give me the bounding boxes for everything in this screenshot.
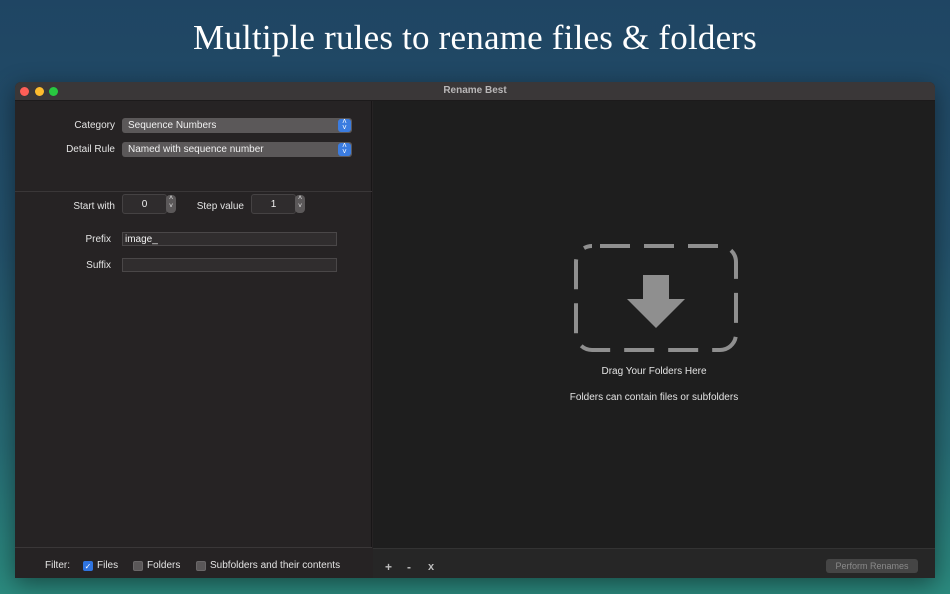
filter-bar: Filter: ✓ Files Folders Subfolders and t… (15, 547, 372, 578)
remove-button[interactable]: - (407, 560, 411, 574)
suffix-label: Suffix (86, 260, 111, 271)
folders-checkbox-label[interactable]: Folders (147, 560, 180, 571)
drop-area[interactable]: Drag Your Folders Here Folders can conta… (373, 101, 935, 548)
category-popup[interactable]: Sequence Numbers ˄ ˅ (122, 118, 352, 133)
window-title: Rename Best (443, 85, 507, 96)
files-checkbox[interactable]: ✓ (83, 561, 93, 571)
filter-label: Filter: (45, 560, 70, 571)
list-toolbar: + - x Perform Renames (373, 548, 935, 578)
add-button[interactable]: + (385, 560, 392, 574)
detail-rule-popup[interactable]: Named with sequence number ˄ ˅ (122, 142, 352, 157)
suffix-input[interactable] (122, 258, 337, 272)
section-divider (15, 191, 372, 192)
detail-rule-popup-value: Named with sequence number (128, 144, 264, 155)
folders-checkbox[interactable] (133, 561, 143, 571)
detail-rule-label: Detail Rule (66, 144, 115, 155)
chevron-updown-icon: ˄ ˅ (338, 142, 351, 156)
start-with-stepper[interactable]: ˄ ˅ (166, 195, 176, 213)
prefix-label: Prefix (85, 234, 111, 245)
files-checkbox-label[interactable]: Files (97, 560, 118, 571)
chevron-updown-icon: ˄ ˅ (338, 118, 351, 132)
step-value-stepper[interactable]: ˄ ˅ (295, 195, 305, 213)
download-arrow-icon (574, 244, 738, 352)
start-with-field[interactable]: 0 (122, 194, 167, 214)
app-window: Rename Best Category Sequence Numbers ˄ ˅… (15, 82, 935, 578)
subfolders-checkbox[interactable] (196, 561, 206, 571)
drop-zone-subtitle: Folders can contain files or subfolders (569, 392, 739, 403)
drop-zone-title: Drag Your Folders Here (601, 366, 707, 377)
promo-headline: Multiple rules to rename files & folders (193, 18, 757, 57)
prefix-input[interactable]: image_ (122, 232, 337, 246)
category-label: Category (74, 120, 115, 131)
category-popup-value: Sequence Numbers (128, 120, 217, 131)
step-value-label: Step value (196, 201, 244, 212)
perform-renames-button[interactable]: Perform Renames (826, 559, 918, 573)
start-with-label: Start with (73, 201, 115, 212)
step-value-field[interactable]: 1 (251, 194, 296, 214)
rules-panel: Category Sequence Numbers ˄ ˅ Detail Rule… (15, 101, 372, 578)
title-bar[interactable]: Rename Best (15, 82, 935, 101)
subfolders-checkbox-label[interactable]: Subfolders and their contents (210, 560, 340, 571)
clear-button[interactable]: x (428, 561, 434, 573)
